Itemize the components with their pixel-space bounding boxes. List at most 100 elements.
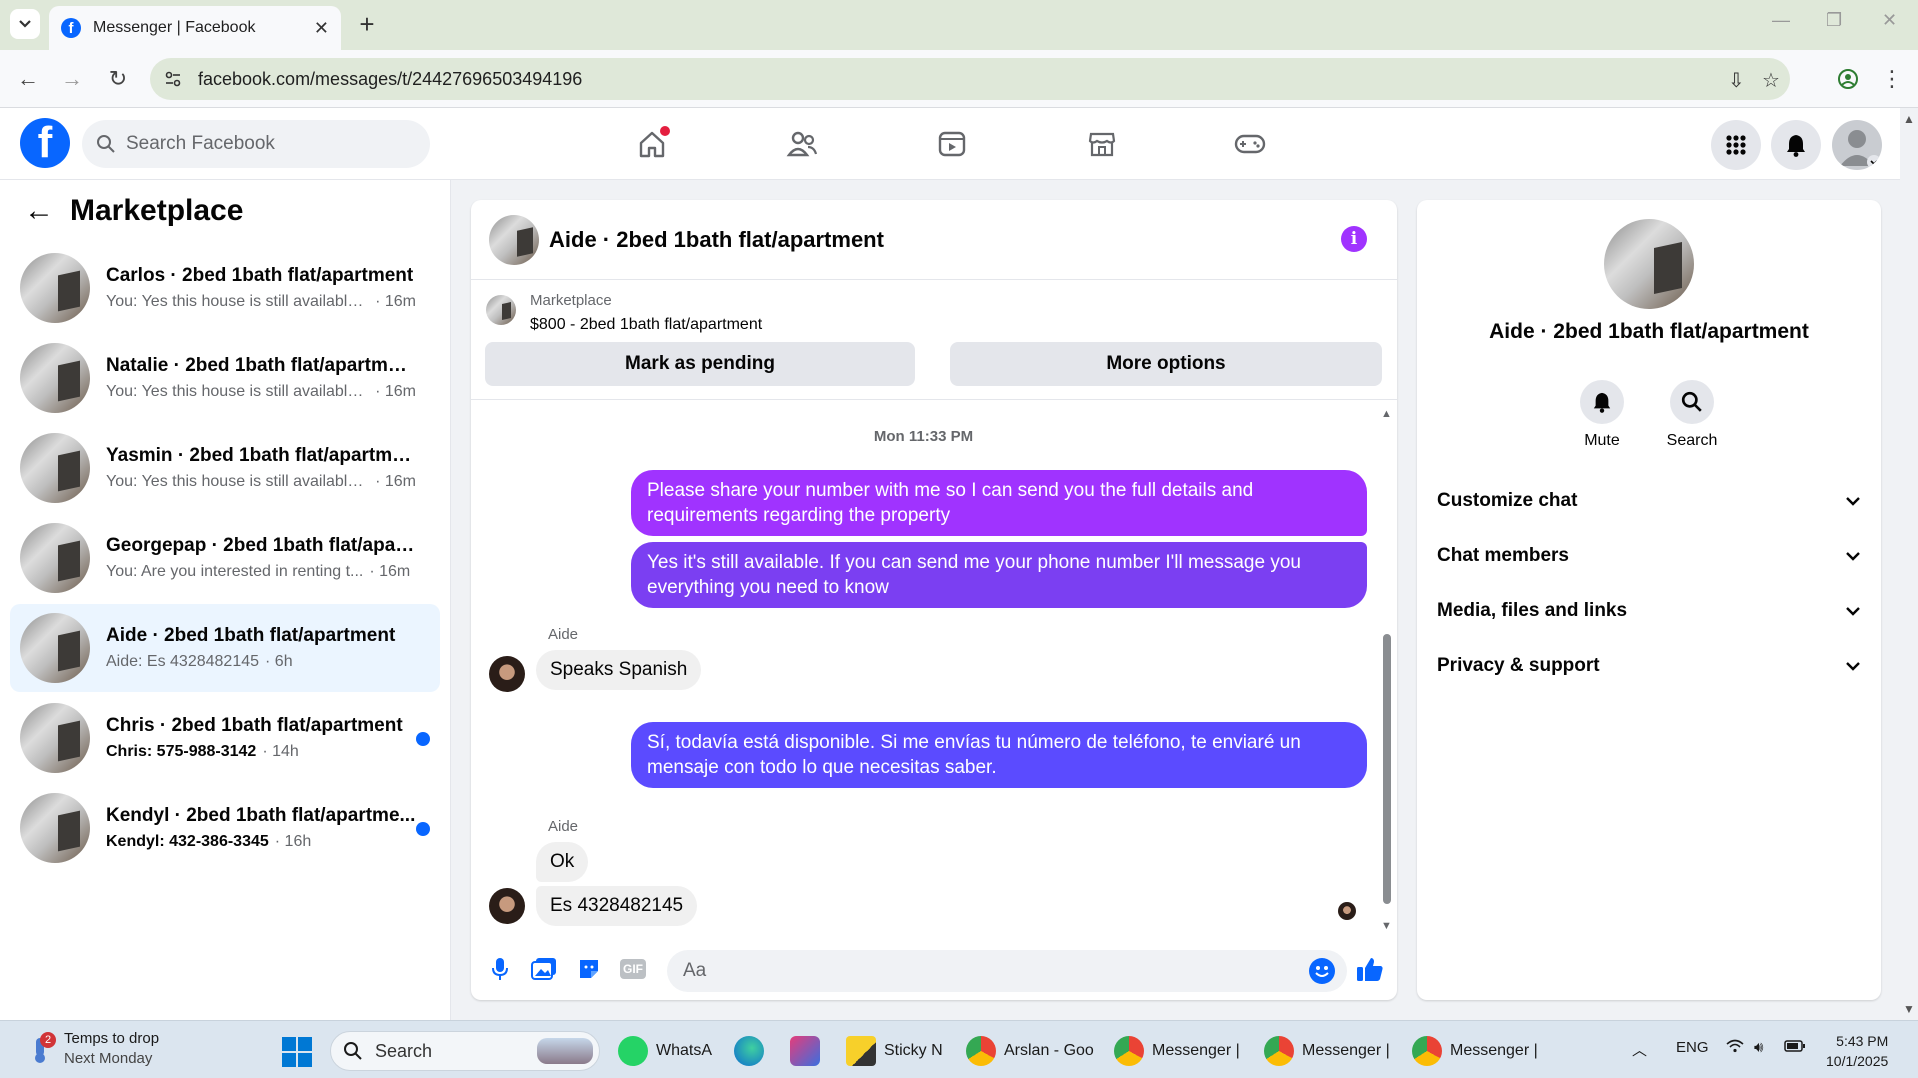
browser-tab-messenger[interactable]: f Messenger | Facebook ✕ xyxy=(49,6,341,50)
search-conversation-button[interactable]: Search xyxy=(1647,380,1737,450)
message-input[interactable]: Aa xyxy=(667,950,1347,992)
info-icon[interactable]: i xyxy=(1341,226,1367,252)
photo-icon[interactable] xyxy=(529,954,559,984)
sidebar-title: Marketplace xyxy=(70,194,244,227)
conversation-item-aide[interactable]: Aide · 2bed 1bath flat/apartment Aide: E… xyxy=(10,604,440,692)
page-scroll-down-icon[interactable]: ▼ xyxy=(1903,1002,1915,1016)
site-settings-icon[interactable] xyxy=(164,70,182,88)
conversation-item-kendyl[interactable]: Kendyl · 2bed 1bath flat/apartme... Kend… xyxy=(10,784,440,872)
outgoing-message[interactable]: Sí, todavía está disponible. Si me envía… xyxy=(631,722,1367,788)
taskbar-chrome-messenger-1[interactable]: Messenger | xyxy=(1114,1033,1240,1069)
conversation-name: Kendyl · 2bed 1bath flat/apartme... xyxy=(106,805,416,826)
install-app-icon[interactable]: ⇩ xyxy=(1728,68,1745,93)
more-options-button[interactable]: More options xyxy=(950,342,1382,386)
new-tab-button[interactable]: + xyxy=(352,9,382,39)
minimize-icon[interactable]: — xyxy=(1772,10,1790,31)
thumbs-up-icon[interactable] xyxy=(1355,954,1385,984)
microphone-icon[interactable] xyxy=(485,954,515,984)
url-text: facebook.com/messages/t/2442769650349419… xyxy=(198,68,583,89)
friends-icon[interactable] xyxy=(780,124,824,164)
outgoing-message[interactable]: Yes it's still available. If you can sen… xyxy=(631,542,1367,608)
listing-price-title[interactable]: $800 - 2bed 1bath flat/apartment xyxy=(530,316,762,334)
taskbar-whatsapp[interactable]: WhatsA xyxy=(618,1033,712,1069)
scroll-down-icon[interactable]: ▼ xyxy=(1381,920,1392,932)
message-list[interactable]: Mon 11:33 PM Please share your number wi… xyxy=(471,402,1397,932)
snipping-tool-icon xyxy=(790,1036,820,1066)
system-clock[interactable]: 5:43 PM 10/1/2025 xyxy=(1826,1031,1888,1071)
facebook-header: f Search Facebook xyxy=(0,108,1900,180)
reload-icon[interactable]: ↻ xyxy=(102,63,134,95)
conversation-item-chris[interactable]: Chris · 2bed 1bath flat/apartment Chris:… xyxy=(10,694,440,782)
chevron-down-icon xyxy=(1846,662,1860,671)
listing-profile-thumbnail[interactable] xyxy=(1604,219,1694,309)
marketplace-label: Marketplace xyxy=(530,292,612,309)
taskbar-chrome-messenger-3[interactable]: Messenger | xyxy=(1412,1033,1538,1069)
back-arrow-icon[interactable]: ← xyxy=(24,194,60,228)
forward-icon[interactable]: → xyxy=(56,63,88,95)
profile-icon[interactable] xyxy=(1832,63,1864,95)
chat-members-section[interactable]: Chat members xyxy=(1437,536,1861,576)
close-window-icon[interactable]: ✕ xyxy=(1882,10,1897,31)
volume-icon[interactable]: 🔊︎ xyxy=(1754,1039,1763,1056)
back-icon[interactable]: ← xyxy=(12,63,44,95)
notifications-bell-icon[interactable] xyxy=(1771,120,1821,170)
account-avatar[interactable] xyxy=(1832,120,1882,170)
incoming-message[interactable]: Ok xyxy=(536,842,589,882)
page-scroll-up-icon[interactable]: ▲ xyxy=(1903,112,1915,126)
media-files-links-section[interactable]: Media, files and links xyxy=(1437,591,1861,631)
chat-scrollbar[interactable] xyxy=(1383,634,1391,904)
gif-icon[interactable]: GIF xyxy=(618,954,648,984)
conversation-details-panel: Aide · 2bed 1bath flat/apartment Mute Se… xyxy=(1417,200,1881,1000)
taskbar-search[interactable]: Search xyxy=(330,1031,600,1071)
conversation-item-carlos[interactable]: Carlos · 2bed 1bath flat/apartment You: … xyxy=(10,244,440,332)
wifi-icon[interactable] xyxy=(1726,1039,1744,1057)
thermometer-icon: 2 xyxy=(28,1032,56,1064)
gaming-icon[interactable] xyxy=(1228,124,1272,164)
outgoing-message[interactable]: Please share your number with me so I ca… xyxy=(631,470,1367,536)
contact-avatar[interactable] xyxy=(489,656,525,692)
clock-time: 5:43 PM xyxy=(1836,1033,1889,1049)
conversation-item-natalie[interactable]: Natalie · 2bed 1bath flat/apartment You:… xyxy=(10,334,440,422)
taskbar-sticky-notes[interactable]: Sticky N xyxy=(846,1033,943,1069)
facebook-logo-icon[interactable]: f xyxy=(20,118,70,168)
emoji-icon[interactable] xyxy=(1309,958,1335,984)
taskbar-snipping-tool[interactable] xyxy=(790,1033,828,1069)
menu-grid-icon[interactable] xyxy=(1711,120,1761,170)
scroll-up-icon[interactable]: ▲ xyxy=(1381,408,1392,420)
incoming-message[interactable]: Speaks Spanish xyxy=(536,650,702,690)
video-icon[interactable] xyxy=(930,124,974,164)
chat-title[interactable]: Aide · 2bed 1bath flat/apartment xyxy=(549,227,884,253)
search-icon xyxy=(1681,391,1702,412)
marketplace-icon[interactable] xyxy=(1080,124,1124,164)
mute-button[interactable]: Mute xyxy=(1557,380,1647,450)
contact-avatar[interactable] xyxy=(489,888,525,924)
mark-as-pending-button[interactable]: Mark as pending xyxy=(485,342,915,386)
facebook-search-input[interactable]: Search Facebook xyxy=(82,120,430,168)
sticker-icon[interactable] xyxy=(574,954,604,984)
incoming-message[interactable]: Es 4328482145 xyxy=(536,886,698,926)
browser-menu-icon[interactable]: ⋮ xyxy=(1876,63,1908,95)
tab-close-icon[interactable]: ✕ xyxy=(314,18,329,39)
tab-search-button[interactable] xyxy=(10,9,40,39)
bookmark-star-icon[interactable]: ☆ xyxy=(1762,68,1780,93)
windows-start-icon[interactable] xyxy=(282,1037,312,1067)
language-indicator[interactable]: ENG xyxy=(1676,1039,1709,1056)
show-hidden-icons-chevron-icon[interactable]: ︿ xyxy=(1632,1039,1647,1060)
chat-listing-thumbnail[interactable] xyxy=(489,214,539,265)
weather-widget[interactable]: 2 Temps to drop Next Monday xyxy=(28,1029,159,1069)
battery-icon[interactable] xyxy=(1784,1039,1806,1057)
mute-label: Mute xyxy=(1584,432,1620,449)
taskbar-chrome-arslan[interactable]: Arslan - Goo xyxy=(966,1033,1094,1069)
listing-small-thumbnail[interactable] xyxy=(486,295,516,325)
privacy-support-section[interactable]: Privacy & support xyxy=(1437,646,1861,686)
chat-header: Aide · 2bed 1bath flat/apartment i xyxy=(471,200,1397,280)
taskbar-chrome-messenger-2[interactable]: Messenger | xyxy=(1264,1033,1390,1069)
conversation-item-georgepap[interactable]: Georgepap · 2bed 1bath flat/apart... You… xyxy=(10,514,440,602)
home-icon[interactable] xyxy=(630,124,674,164)
taskbar-edge[interactable] xyxy=(734,1033,772,1069)
conversation-item-yasmin[interactable]: Yasmin · 2bed 1bath flat/apartment You: … xyxy=(10,424,440,512)
customize-chat-section[interactable]: Customize chat xyxy=(1437,481,1861,521)
restore-icon[interactable]: ❐ xyxy=(1826,10,1842,31)
url-field[interactable]: facebook.com/messages/t/2442769650349419… xyxy=(150,58,1790,100)
details-name: Aide · 2bed 1bath flat/apartment xyxy=(1489,320,1809,343)
